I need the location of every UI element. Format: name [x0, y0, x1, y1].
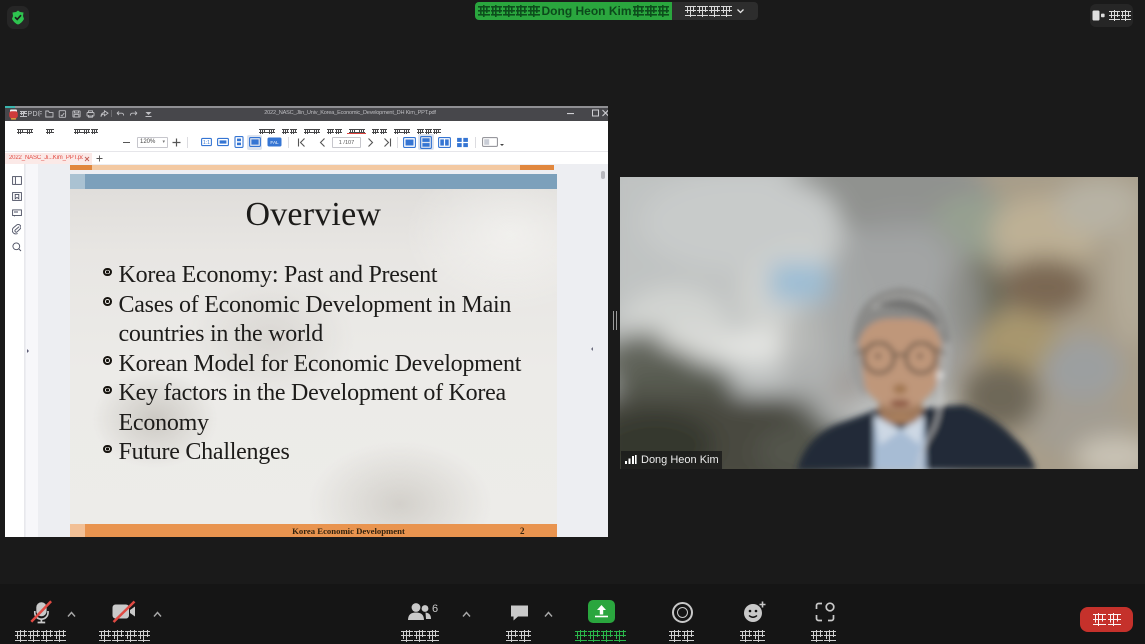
svg-text:1:1: 1:1	[203, 140, 210, 146]
svg-text:FAL: FAL	[270, 140, 279, 145]
